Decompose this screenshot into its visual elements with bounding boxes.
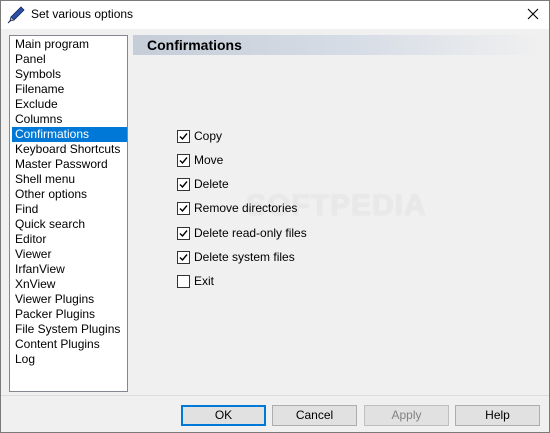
checkbox-delete-read-only-files[interactable]: Delete read-only files xyxy=(177,225,307,241)
nav-item-editor[interactable]: Editor xyxy=(12,232,127,247)
nav-item-columns[interactable]: Columns xyxy=(12,112,127,127)
nav-item-content-plugins[interactable]: Content Plugins xyxy=(12,337,127,352)
checkmark-icon xyxy=(179,253,188,261)
nav-item-viewer[interactable]: Viewer xyxy=(12,247,127,262)
nav-item-confirmations[interactable]: Confirmations xyxy=(12,127,127,142)
checkbox-label[interactable]: Delete xyxy=(194,177,229,191)
checkbox-label[interactable]: Exit xyxy=(194,274,214,288)
nav-item-xnview[interactable]: XnView xyxy=(12,277,127,292)
nav-item-exclude[interactable]: Exclude xyxy=(12,97,127,112)
checkmark-icon xyxy=(179,156,188,164)
close-button[interactable] xyxy=(517,1,549,29)
nav-item-filename[interactable]: Filename xyxy=(12,82,127,97)
checkbox-delete[interactable]: Delete xyxy=(177,176,229,192)
checkbox-copy[interactable]: Copy xyxy=(177,128,222,144)
checkbox-box[interactable] xyxy=(177,226,190,240)
checkmark-icon xyxy=(179,132,188,140)
nav-item-packer-plugins[interactable]: Packer Plugins xyxy=(12,307,127,322)
window-title: Set various options xyxy=(31,7,134,21)
nav-item-log[interactable]: Log xyxy=(12,352,127,367)
checkbox-label[interactable]: Copy xyxy=(194,129,222,143)
nav-item-find[interactable]: Find xyxy=(12,202,127,217)
nav-item-main-program[interactable]: Main program xyxy=(12,37,127,52)
nav-item-quick-search[interactable]: Quick search xyxy=(12,217,127,232)
checkbox-box[interactable] xyxy=(177,177,190,191)
nav-item-viewer-plugins[interactable]: Viewer Plugins xyxy=(12,292,127,307)
nav-item-keyboard-shortcuts[interactable]: Keyboard Shortcuts xyxy=(12,142,127,157)
checkbox-box[interactable] xyxy=(177,274,190,288)
nav-item-irfanview[interactable]: IrfanView xyxy=(12,262,127,277)
nav-item-symbols[interactable]: Symbols xyxy=(12,67,127,82)
apply-button[interactable]: Apply xyxy=(364,405,449,426)
checkbox-box[interactable] xyxy=(177,250,190,264)
checkbox-exit[interactable]: Exit xyxy=(177,273,214,289)
checkbox-delete-system-files[interactable]: Delete system files xyxy=(177,249,295,265)
nav-item-master-password[interactable]: Master Password xyxy=(12,157,127,172)
checkbox-box[interactable] xyxy=(177,201,190,215)
checkbox-label[interactable]: Remove directories xyxy=(194,201,297,215)
title-bar: Set various options xyxy=(1,1,549,29)
ok-button[interactable]: OK xyxy=(181,405,266,426)
options-dialog: Set various options Main program Panel S… xyxy=(0,0,550,433)
nav-item-file-system-plugins[interactable]: File System Plugins xyxy=(12,322,127,337)
checkmark-icon xyxy=(179,180,188,188)
pen-nib-icon xyxy=(7,6,25,24)
checkbox-label[interactable]: Delete system files xyxy=(194,250,295,264)
options-category-list[interactable]: Main program Panel Symbols Filename Excl… xyxy=(9,35,128,392)
checkmark-icon xyxy=(179,229,188,237)
checkmark-icon xyxy=(179,204,188,212)
checkbox-move[interactable]: Move xyxy=(177,152,223,168)
checkbox-box[interactable] xyxy=(177,129,190,143)
checkbox-label[interactable]: Move xyxy=(194,153,223,167)
nav-item-panel[interactable]: Panel xyxy=(12,52,127,67)
nav-item-shell-menu[interactable]: Shell menu xyxy=(12,172,127,187)
help-button[interactable]: Help xyxy=(455,405,540,426)
section-header: Confirmations xyxy=(133,35,541,55)
section-title: Confirmations xyxy=(147,37,242,53)
checkbox-box[interactable] xyxy=(177,153,190,167)
cancel-button[interactable]: Cancel xyxy=(272,405,357,426)
nav-item-other-options[interactable]: Other options xyxy=(12,187,127,202)
close-icon xyxy=(527,8,539,23)
checkbox-label[interactable]: Delete read-only files xyxy=(194,226,307,240)
checkbox-remove-directories[interactable]: Remove directories xyxy=(177,200,297,216)
dialog-button-bar: OK Cancel Apply Help xyxy=(1,395,549,432)
